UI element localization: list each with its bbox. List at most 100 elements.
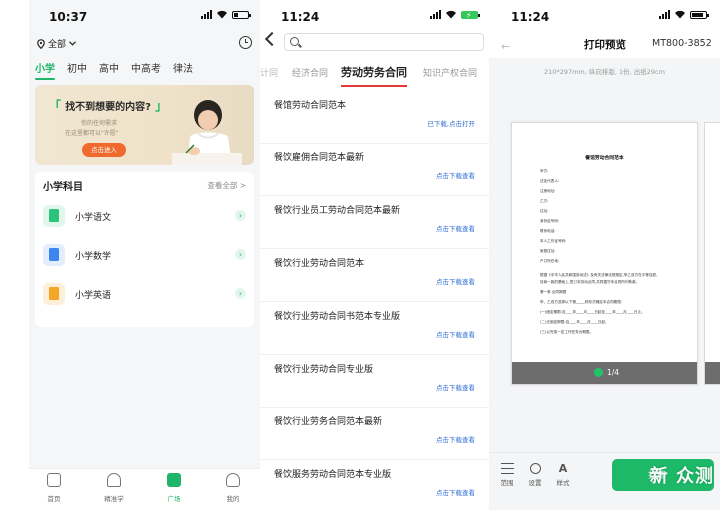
document-action[interactable]: 已下载,点击打开 (427, 118, 475, 128)
document-action[interactable]: 点击下载查看 (436, 276, 475, 286)
font-style-icon: A (558, 462, 568, 475)
document-line: 甲方: (540, 169, 549, 173)
tab-economic-contract[interactable]: 经济合同 (292, 66, 328, 79)
subject-item-math[interactable]: 小学数学 › (43, 243, 246, 267)
document-line: 法定代表人: (540, 179, 560, 183)
document-action[interactable]: 点击下载查看 (436, 170, 475, 180)
home-icon (47, 473, 61, 487)
location-selector[interactable]: 全部 (37, 37, 76, 50)
tab-label: 我的 (226, 495, 240, 503)
tab-contract-partial[interactable]: 计同 (260, 66, 278, 79)
page-number: 1/4 (607, 368, 620, 377)
document-row[interactable]: 餐饮行业劳动合同书范本专业版 点击下载查看 (260, 303, 489, 355)
list-icon (500, 463, 514, 474)
search-icon (290, 37, 299, 46)
subject-item-english[interactable]: 小学英语 › (43, 282, 246, 306)
settings-button[interactable]: 设置 (521, 463, 549, 487)
preview-page[interactable]: 餐馆劳动合同范本 甲方: 法定代表人: 注册地址: 乙方: 住址: 身份证号码:… (511, 122, 698, 385)
book-icon (43, 205, 65, 227)
tab-precise-learning[interactable]: 精准学 (94, 473, 134, 503)
document-line: (三)以完成一定工作任务为期限。 (540, 330, 594, 334)
tab-primary[interactable]: 小学 (35, 60, 55, 80)
document-action[interactable]: 点击下载查看 (436, 223, 475, 233)
document-action[interactable]: 点击下载查看 (436, 329, 475, 339)
document-action[interactable]: 点击下载查看 (436, 382, 475, 392)
tab-mine[interactable]: 我的 (213, 473, 253, 503)
document-title: 餐饮服务劳动合同范本专业版 (274, 470, 392, 480)
back-arrow-icon[interactable]: ← (501, 40, 510, 53)
subject-label: 小学数学 (75, 251, 112, 262)
category-tabs: 计同 经济合同 劳动劳务合同 知识产权合同 (260, 62, 489, 88)
tab-exams[interactable]: 中高考 (131, 60, 161, 75)
tab-square[interactable]: 广场 (154, 473, 194, 503)
status-icons: ⚡ (430, 10, 480, 20)
document-title: 餐饮行业劳动合同专业版 (274, 365, 374, 375)
document-title: 餐馆劳动合同范本 (274, 101, 347, 111)
chevron-right-icon: › (235, 210, 246, 221)
grade-tabs: 小学 初中 高中 中高考 律法 (35, 60, 193, 80)
tab-senior[interactable]: 高中 (99, 60, 119, 75)
document-line: 户口所在地: (540, 259, 560, 263)
document-row[interactable]: 餐饮雇佣合同范本最新 点击下载查看 (260, 144, 489, 196)
watermark: 新 众测 (649, 466, 714, 487)
tab-labor-contract[interactable]: 劳动劳务合同 (341, 64, 407, 87)
document-row[interactable]: 餐饮行业劳动合同范本 点击下载查看 (260, 250, 489, 302)
document-row[interactable]: 餐饮行业劳动合同专业版 点击下载查看 (260, 356, 489, 408)
user-icon (226, 473, 240, 487)
tab-home[interactable]: 首页 (34, 473, 74, 503)
banner-enter-button[interactable]: 点击进入 (82, 143, 126, 157)
page-title: 打印预览 (584, 39, 626, 51)
document-row[interactable]: 餐饮行业劳务合同范本最新 点击下载查看 (260, 408, 489, 460)
document-page-title: 餐馆劳动合同范本 (585, 156, 624, 161)
wifi-icon (217, 10, 227, 19)
back-icon[interactable] (264, 31, 280, 47)
preview-header: ← 打印预览 MT800-3852 (489, 30, 720, 58)
check-circle-icon[interactable] (594, 368, 603, 377)
tab-label: 精准学 (104, 495, 124, 503)
style-button[interactable]: A 样式 (549, 463, 577, 487)
print-preview-screen: 11:24 ← 打印预览 MT800-3852 210*297mm, 纵向排版,… (489, 0, 720, 510)
history-clock-icon[interactable] (239, 36, 252, 49)
document-line: 第一条 合同期限 (540, 290, 567, 294)
wifi-icon (446, 10, 456, 19)
tab-label: 首页 (47, 495, 61, 503)
subject-item-chinese[interactable]: 小学语文 › (43, 204, 246, 228)
document-row[interactable]: 餐饮服务劳动合同范本专业版 点击下载查看 (260, 461, 489, 510)
chevron-right-icon: › (235, 288, 246, 299)
battery-icon (232, 10, 251, 19)
document-row[interactable]: 餐馆劳动合同范本 已下载,点击打开 (260, 92, 489, 144)
boy-studying-illustration (172, 100, 242, 165)
home-screen: 10:37 全部 小学 初中 高中 中高考 律法 「 找不到想要的内容? 」 你… (29, 0, 260, 510)
document-title: 餐饮行业员工劳动合同范本最新 (274, 206, 401, 216)
document-action[interactable]: 点击下载查看 (436, 487, 475, 497)
search-input[interactable] (284, 33, 484, 51)
document-line: 联系电话: (540, 229, 556, 233)
document-line: 乙方: (540, 199, 549, 203)
location-label: 全部 (48, 40, 67, 50)
tab-junior[interactable]: 初中 (67, 60, 87, 75)
wish-banner[interactable]: 「 找不到想要的内容? 」 你的任何需求 在这里都可以"许愿" 点击进入 (35, 85, 254, 165)
next-preview-page[interactable] (704, 122, 720, 385)
wifi-icon (675, 10, 685, 19)
tab-law[interactable]: 律法 (173, 60, 193, 75)
banner-subtitle-2: 在这里都可以"许愿" (65, 130, 119, 137)
bottom-tab-bar: 首页 精准学 广场 我的 (29, 468, 260, 510)
document-row[interactable]: 餐饮行业员工劳动合同范本最新 点击下载查看 (260, 197, 489, 249)
document-action[interactable]: 点击下载查看 (436, 434, 475, 444)
banner-title: 「 找不到想要的内容? 」 (49, 99, 168, 113)
tool-label: 设置 (528, 479, 542, 487)
banner-subtitle-1: 你的任何需求 (81, 120, 118, 127)
tab-label: 广场 (167, 495, 181, 503)
document-title: 餐饮行业劳动合同范本 (274, 259, 365, 269)
range-button[interactable]: 范围 (493, 463, 521, 487)
contract-list-screen: 11:24 ⚡ 计同 经济合同 劳动劳务合同 知识产权合同 餐馆劳动合同范本 已… (260, 0, 489, 510)
tool-label: 样式 (556, 479, 570, 487)
printer-model[interactable]: MT800-3852 (652, 38, 712, 49)
document-line: 家庭住址: (540, 249, 556, 253)
gear-icon (529, 463, 541, 474)
tab-ip-contract[interactable]: 知识产权合同 (423, 66, 477, 79)
status-bar: 11:24 (489, 0, 720, 32)
view-all-link[interactable]: 查看全部 > (207, 180, 246, 191)
location-pin-icon (37, 38, 45, 49)
battery-icon (690, 10, 709, 19)
